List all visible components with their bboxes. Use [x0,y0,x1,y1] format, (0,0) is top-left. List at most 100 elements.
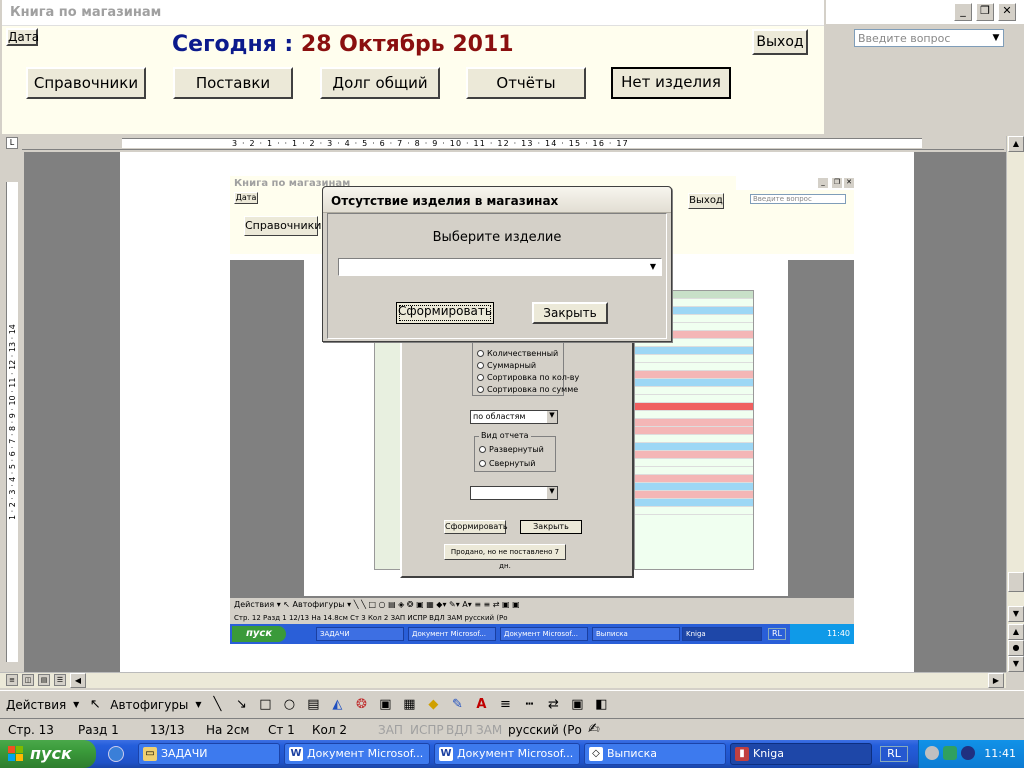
close-button[interactable]: ✕ [998,3,1016,21]
line-style-icon[interactable]: ≡ [496,696,514,714]
task-zadachi[interactable]: ▭ ЗАДАЧИ [138,743,280,765]
prev-page-icon[interactable]: ▲ [1008,624,1024,640]
embedded-close-icon: ✕ [844,178,854,188]
scroll-down-icon[interactable]: ▼ [1008,606,1024,622]
embedded-task: Документ Microsof... [500,627,588,641]
embedded-restore-icon: ❐ [832,178,842,188]
oval-icon[interactable]: ○ [280,696,298,714]
word-icon: W [289,747,303,761]
start-label: пуск [30,744,72,763]
normal-view-icon[interactable]: ≡ [6,674,18,686]
embedded-word-titlebar: _ ❐ ✕ [736,176,854,190]
chevron-down-icon[interactable]: ▼ [194,696,202,714]
start-button[interactable]: пуск [0,740,96,768]
spelling-icon[interactable]: ✍ [588,721,600,737]
outline-view-icon[interactable]: ☰ [54,674,66,686]
today-label: Сегодня : [172,32,294,57]
generate-button[interactable]: Сформировать [396,302,494,324]
embedded-exit-button: Выход [688,193,724,209]
app-window: Книга по магазинам Дата Сегодня : 28 Окт… [0,0,826,136]
internet-explorer-icon[interactable] [108,746,124,762]
network-icon[interactable] [943,746,957,760]
next-page-icon[interactable]: ▼ [1008,656,1024,672]
embedded-task: Документ Microsof... [408,627,496,641]
line-icon[interactable]: ╲ [208,696,226,714]
task-kniga[interactable]: ▮ Kniga [730,743,872,765]
nav-no-item-button[interactable]: Нет изделия [611,67,731,99]
fill-color-icon[interactable]: ◆ [424,696,442,714]
embedded-sold-button: Продано, но не поставлено 7 дн. [444,544,566,570]
report-type-group: Тип отчета Количественный Суммарный Сорт… [472,335,579,396]
ruler-numbers: 3 · 2 · 1 · · 1 · 2 · 3 · 4 · 5 · 6 · 7 … [232,139,629,148]
embedded-select: ▼ [470,486,558,500]
tab-stop-selector[interactable]: L [6,137,18,149]
scroll-up-icon[interactable]: ▲ [1008,136,1024,152]
horizontal-ruler: 3 · 2 · 1 · · 1 · 2 · 3 · 4 · 5 · 6 · 7 … [22,136,1004,150]
chevron-down-icon: ▼ [547,411,557,423]
clock[interactable]: 11:41 [984,747,1016,760]
task-vypiska[interactable]: ◇ Выписка [584,743,726,765]
browse-object-icon[interactable]: ● [1008,640,1024,656]
status-overtype[interactable]: ЗАМ [476,723,502,737]
exit-button[interactable]: Выход [752,29,808,55]
dialog-titlebar[interactable]: Отсутствие изделия в магазинах [323,187,671,213]
font-color-icon[interactable]: A [472,696,490,714]
radio-report-type: Сортировка по сумме [477,385,578,394]
status-extend[interactable]: ВДЛ [446,723,473,737]
arrow-style-icon[interactable]: ⇄ [544,696,562,714]
chevron-down-icon[interactable]: ▼ [646,260,660,274]
textbox-icon[interactable]: ▤ [304,696,322,714]
pointer-icon[interactable]: ↖ [86,696,104,714]
status-language: русский (Ро [508,723,582,737]
nav-debt-button[interactable]: Долг общий [320,67,440,99]
picture-icon[interactable]: ▦ [400,696,418,714]
security-icon[interactable] [961,746,975,760]
chevron-down-icon[interactable]: ▼ [72,696,80,714]
volume-icon[interactable] [925,746,939,760]
embedded-taskbar: пуск ЗАДАЧИ Документ Microsof... Докумен… [230,624,854,644]
web-view-icon[interactable]: ◫ [22,674,34,686]
radio-report-type: Суммарный [477,361,536,370]
3d-icon[interactable]: ◧ [592,696,610,714]
diagram-icon[interactable]: ❂ [352,696,370,714]
vertical-ruler-text-area: 1 · 2 · 3 · 4 · 5 · 6 · 7 · 8 · 9 · 10 ·… [6,182,18,662]
radio-view: Развернутый [479,445,544,454]
task-word-doc-1[interactable]: W Документ Microsof... [284,743,430,765]
today-display: Сегодня : 28 Октябрь 2011 [172,32,514,57]
restore-button[interactable]: ❐ [976,3,994,21]
chevron-down-icon[interactable]: ▼ [989,30,1003,46]
scroll-left-icon[interactable]: ◀ [70,673,86,688]
shadow-icon[interactable]: ▣ [568,696,586,714]
vertical-scrollbar[interactable]: ▲ ▼ ▲ ● ▼ [1006,136,1024,672]
close-button[interactable]: Закрыть [532,302,608,324]
nav-deliveries-button[interactable]: Поставки [173,67,293,99]
view-group: Вид отчета Развернутый Свернутый [474,431,556,472]
autoshapes-menu[interactable]: Автофигуры [110,698,188,712]
scroll-thumb[interactable] [1008,572,1024,592]
word-icon: W [439,747,453,761]
help-search-placeholder: Введите вопрос [858,32,951,45]
date-button[interactable]: Дата [6,28,39,46]
app-icon: ▮ [735,747,749,761]
print-view-icon[interactable]: ▤ [38,674,50,686]
arrow-icon[interactable]: ↘ [232,696,250,714]
status-record[interactable]: ЗАП [378,723,403,737]
language-indicator[interactable]: RL [880,746,908,762]
wordart-icon[interactable]: ◭ [328,696,346,714]
status-track[interactable]: ИСПР [410,723,444,737]
rectangle-icon[interactable]: □ [256,696,274,714]
embedded-help-input: Введите вопрос [750,194,846,204]
scroll-right-icon[interactable]: ▶ [988,673,1004,688]
horizontal-scrollbar[interactable]: ≡ ◫ ▤ ☰ ◀ ▶ [0,672,1006,688]
line-color-icon[interactable]: ✎ [448,696,466,714]
item-combo[interactable]: ▼ [338,258,662,276]
nav-reports-button[interactable]: Отчёты [466,67,586,99]
task-word-doc-2[interactable]: W Документ Microsof... [434,743,580,765]
nav-directories-button[interactable]: Справочники [26,67,146,99]
help-search-input[interactable]: Введите вопрос ▼ [854,29,1004,47]
minimize-button[interactable]: _ [954,3,972,21]
dash-style-icon[interactable]: ┅ [520,696,538,714]
today-date: 28 Октябрь 2011 [300,32,514,57]
actions-menu[interactable]: Действия [6,698,66,712]
clipart-icon[interactable]: ▣ [376,696,394,714]
